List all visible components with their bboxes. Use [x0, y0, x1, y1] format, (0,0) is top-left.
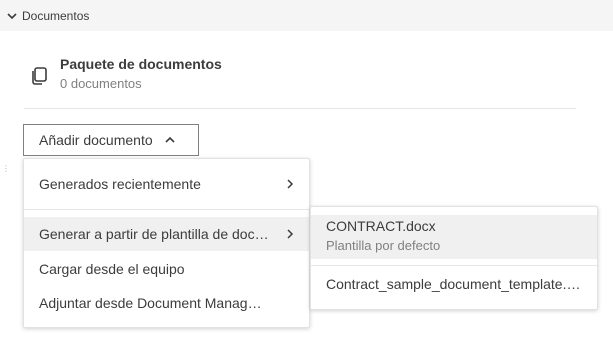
section-header-documentos[interactable]: Documentos: [0, 0, 613, 31]
template-description: Plantilla por defecto: [326, 238, 441, 253]
document-package: Paquete de documentos 0 documentos: [30, 54, 222, 91]
package-count: 0 documentos: [60, 76, 142, 91]
chevron-right-icon: [287, 179, 294, 189]
menu-item-recent[interactable]: Generados recientemente: [24, 167, 309, 201]
chevron-down-icon: [7, 12, 17, 19]
copy-documents-icon: [32, 67, 47, 85]
menu-item-label: Cargar desde el equipo: [39, 261, 185, 277]
submenu-divider: [311, 265, 597, 266]
menu-divider: [24, 209, 309, 210]
chevron-up-icon: [165, 136, 175, 143]
menu-item-generate-from-template[interactable]: Generar a partir de plantilla de documen…: [24, 217, 309, 251]
menu-item-label: Generados recientemente: [39, 176, 201, 192]
menu-item-label: Generar a partir de plantilla de documen…: [39, 226, 269, 242]
template-name: CONTRACT.docx: [326, 218, 436, 234]
template-name: Contract_sample_document_template.docx: [326, 276, 584, 292]
template-item-contract-sample[interactable]: Contract_sample_document_template.docx: [311, 274, 597, 298]
add-document-label: Añadir documento: [39, 132, 153, 148]
section-title: Documentos: [22, 8, 90, 23]
menu-item-label: Adjuntar desde Document Management: [39, 295, 269, 311]
chevron-right-icon: [287, 229, 294, 239]
drag-handle-icon: ⋮: [2, 164, 10, 173]
menu-item-attach-from-document-management[interactable]: Adjuntar desde Document Management: [24, 286, 309, 320]
package-title: Paquete de documentos: [60, 56, 222, 72]
template-submenu: CONTRACT.docx Plantilla por defecto Cont…: [310, 206, 598, 310]
add-document-menu: Generados recientemente Generar a partir…: [23, 158, 310, 328]
menu-item-upload-from-computer[interactable]: Cargar desde el equipo: [24, 252, 309, 286]
template-item-contract[interactable]: CONTRACT.docx Plantilla por defecto: [311, 215, 597, 259]
add-document-button[interactable]: Añadir documento: [23, 124, 199, 156]
divider: [24, 108, 576, 109]
